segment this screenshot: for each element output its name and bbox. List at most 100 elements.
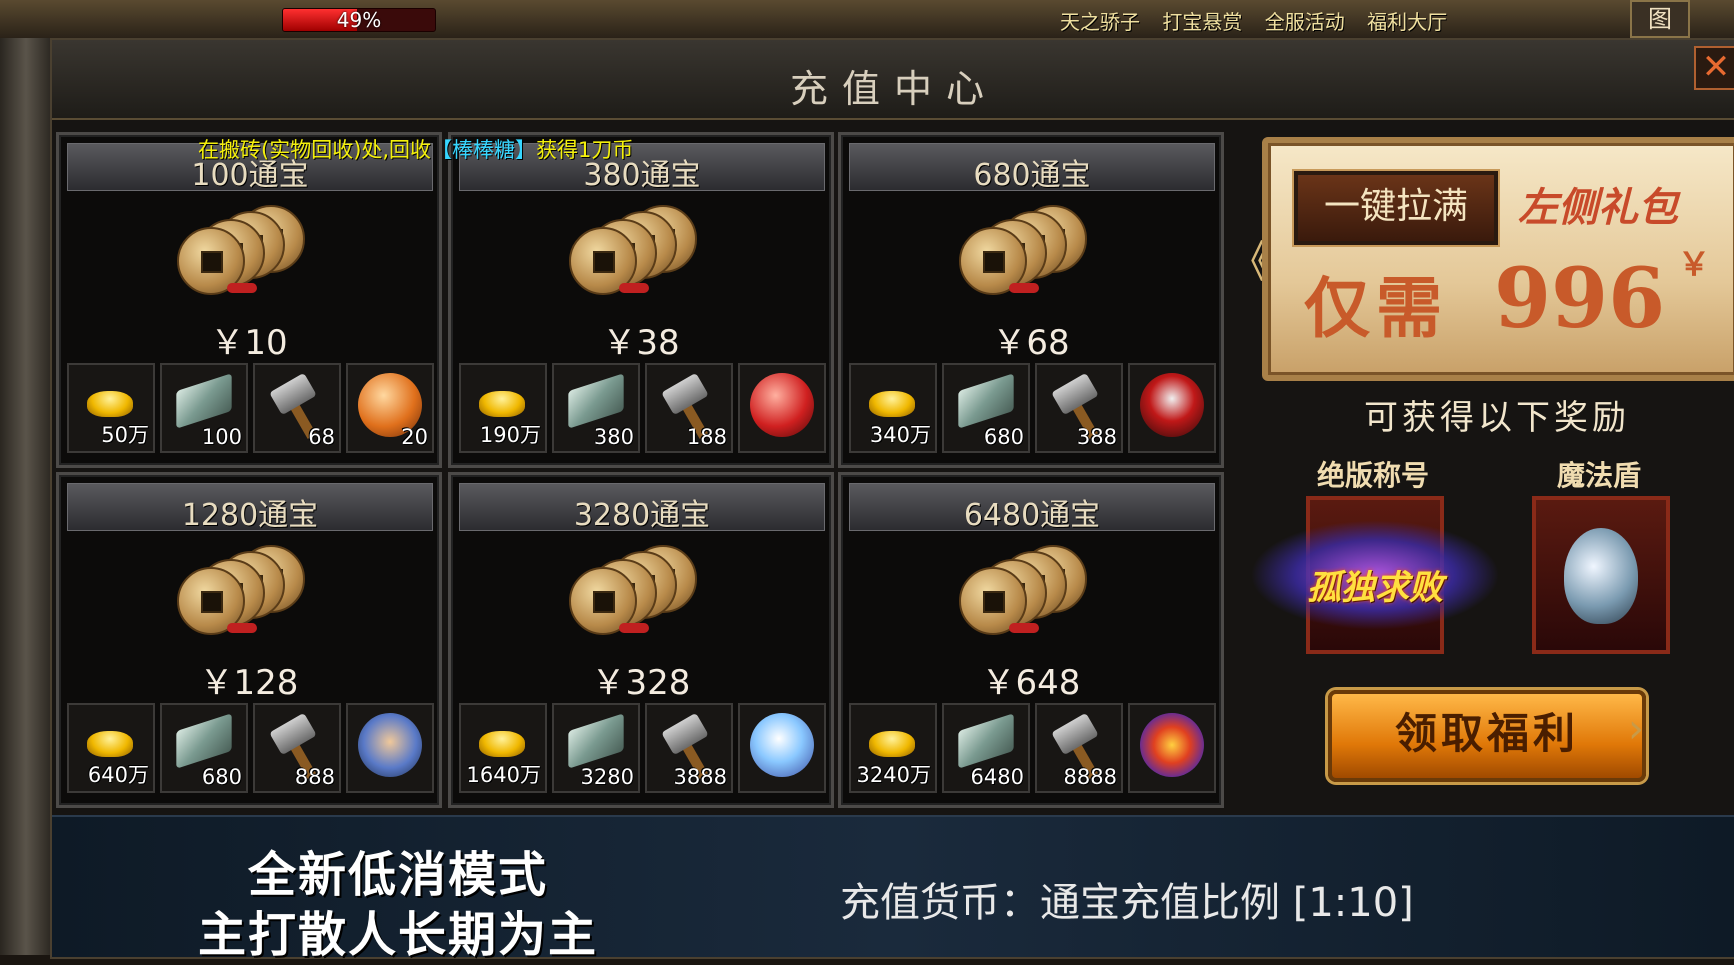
recharge-package[interactable]: 680通宝 ￥68 340万 680 388 xyxy=(838,132,1224,468)
title-bar: 充值中心 ✕ xyxy=(52,40,1734,120)
hammer-head-shape xyxy=(661,372,709,416)
package-items: 190万 380 188 xyxy=(459,363,826,453)
dragon-border-decoration xyxy=(0,0,52,955)
coin-string-shape xyxy=(227,283,257,293)
map-button[interactable]: 图 xyxy=(1630,0,1690,38)
reward-frame[interactable] xyxy=(1532,496,1670,654)
recharge-ratio: 充值货币：通宝充值比例 [1:10] xyxy=(840,880,1414,926)
package-price: ￥648 xyxy=(981,663,1081,703)
item-count: 68 xyxy=(308,425,335,449)
title-badge-text: 孤独求败 xyxy=(1307,568,1443,608)
item-count: 6480 xyxy=(970,765,1024,789)
item-count: 3888 xyxy=(673,765,727,789)
item-slot[interactable] xyxy=(1128,363,1216,453)
coins-icon xyxy=(177,197,327,307)
item-slot[interactable] xyxy=(738,703,826,793)
hammer-head-shape xyxy=(661,712,709,756)
notice-item-name: 【棒棒糖】 xyxy=(431,138,537,162)
item-slot[interactable]: 888 xyxy=(253,703,341,793)
package-items: 340万 680 388 xyxy=(849,363,1216,453)
item-slot[interactable]: 8888 xyxy=(1035,703,1123,793)
item-slot[interactable] xyxy=(738,363,826,453)
hammer-head-shape xyxy=(269,372,317,416)
item-slot[interactable] xyxy=(1128,703,1216,793)
coins-icon xyxy=(569,537,719,647)
coins-icon xyxy=(177,537,327,647)
hud-menu: 天之骄子 打宝悬赏 全服活动 福利大厅 xyxy=(1060,6,1463,35)
item-count: 20 xyxy=(401,425,428,449)
hp-bar: 49% xyxy=(282,8,436,32)
scroll-icon xyxy=(958,373,1014,429)
package-header: 1280通宝 xyxy=(67,483,433,533)
package-name: 680通宝 xyxy=(973,158,1091,193)
item-count: 340万 xyxy=(869,423,931,447)
hud-menu-item[interactable]: 天之骄子 xyxy=(1060,10,1140,34)
hud-menu-item[interactable]: 福利大厅 xyxy=(1367,10,1447,34)
coins-icon xyxy=(569,197,719,307)
recharge-package[interactable]: 3280通宝 ￥328 1640万 3280 3888 xyxy=(448,472,834,808)
scroll-icon xyxy=(568,373,624,429)
gold-ingot-icon xyxy=(479,731,525,757)
notice-text: 在搬砖(实物回收)处,回收 xyxy=(198,138,432,162)
item-count: 190万 xyxy=(479,423,541,447)
item-slot[interactable]: 680 xyxy=(942,363,1030,453)
item-slot[interactable]: 6480 xyxy=(942,703,1030,793)
package-items: 3240万 6480 8888 xyxy=(849,703,1216,793)
item-slot[interactable]: 640万 xyxy=(67,703,155,793)
notice-text-end: 获得1刀币 xyxy=(536,138,634,162)
package-price: ￥68 xyxy=(992,323,1070,363)
item-slot[interactable] xyxy=(346,703,434,793)
item-slot[interactable]: 680 xyxy=(160,703,248,793)
claim-arrow-right-icon: › xyxy=(1628,706,1644,752)
item-slot[interactable]: 380 xyxy=(552,363,640,453)
item-count: 8888 xyxy=(1063,765,1117,789)
item-slot[interactable]: 100 xyxy=(160,363,248,453)
coins-icon xyxy=(959,537,1109,647)
item-slot[interactable]: 388 xyxy=(1035,363,1123,453)
gift-price: 996 xyxy=(1494,251,1666,347)
item-count: 640万 xyxy=(87,763,149,787)
gold-ingot-icon xyxy=(869,391,915,417)
reward-label: 魔法盾 xyxy=(1556,459,1641,492)
item-slot[interactable]: 190万 xyxy=(459,363,547,453)
recharge-package[interactable]: 100通宝 ￥10 50万 100 68 20 xyxy=(56,132,442,468)
package-header: 6480通宝 xyxy=(849,483,1215,533)
item-count: 888 xyxy=(294,765,335,789)
gold-ingot-icon xyxy=(869,731,915,757)
recharge-package[interactable]: 6480通宝 ￥648 3240万 6480 8888 xyxy=(838,472,1224,808)
item-slot[interactable]: 50万 xyxy=(67,363,155,453)
close-button[interactable]: ✕ xyxy=(1694,46,1734,90)
hud-menu-item[interactable]: 全服活动 xyxy=(1265,10,1345,34)
item-slot[interactable]: 20 xyxy=(346,363,434,453)
item-slot[interactable]: 188 xyxy=(645,363,733,453)
recharge-package[interactable]: 380通宝 ￥38 190万 380 188 xyxy=(448,132,834,468)
package-price: ￥128 xyxy=(199,663,299,703)
scroll-icon xyxy=(176,373,232,429)
item-slot[interactable]: 3240万 xyxy=(849,703,937,793)
gold-ingot-icon xyxy=(479,391,525,417)
red-orb-icon xyxy=(750,373,814,437)
recharge-package[interactable]: 1280通宝 ￥128 640万 680 888 xyxy=(56,472,442,808)
scroll-icon xyxy=(176,713,232,769)
fill-all-button[interactable]: 一键拉满 xyxy=(1294,171,1498,245)
package-header: 680通宝 xyxy=(849,143,1215,193)
item-slot[interactable]: 340万 xyxy=(849,363,937,453)
item-slot[interactable]: 3280 xyxy=(552,703,640,793)
reward-frame[interactable]: 孤独求败 xyxy=(1250,496,1500,654)
item-count: 3280 xyxy=(580,765,634,789)
coin-string-shape xyxy=(227,623,257,633)
item-slot[interactable]: 1640万 xyxy=(459,703,547,793)
crystal-orb-icon xyxy=(750,713,814,777)
only-need-label: 仅需 xyxy=(1304,269,1448,347)
item-slot[interactable]: 68 xyxy=(253,363,341,453)
hud-menu-item[interactable]: 打宝悬赏 xyxy=(1162,10,1242,34)
praying-hands-icon xyxy=(358,713,422,777)
package-name: 6480通宝 xyxy=(963,498,1101,533)
coin-string-shape xyxy=(619,623,649,633)
package-items: 50万 100 68 20 xyxy=(67,363,434,453)
item-slot[interactable]: 3888 xyxy=(645,703,733,793)
shield-icon xyxy=(1564,528,1638,624)
left-gift-label: 左侧礼包 xyxy=(1518,184,1678,231)
claim-reward-button[interactable]: 领取福利 xyxy=(1328,690,1646,782)
reward-magic-shield: 魔法盾 xyxy=(1524,448,1674,654)
